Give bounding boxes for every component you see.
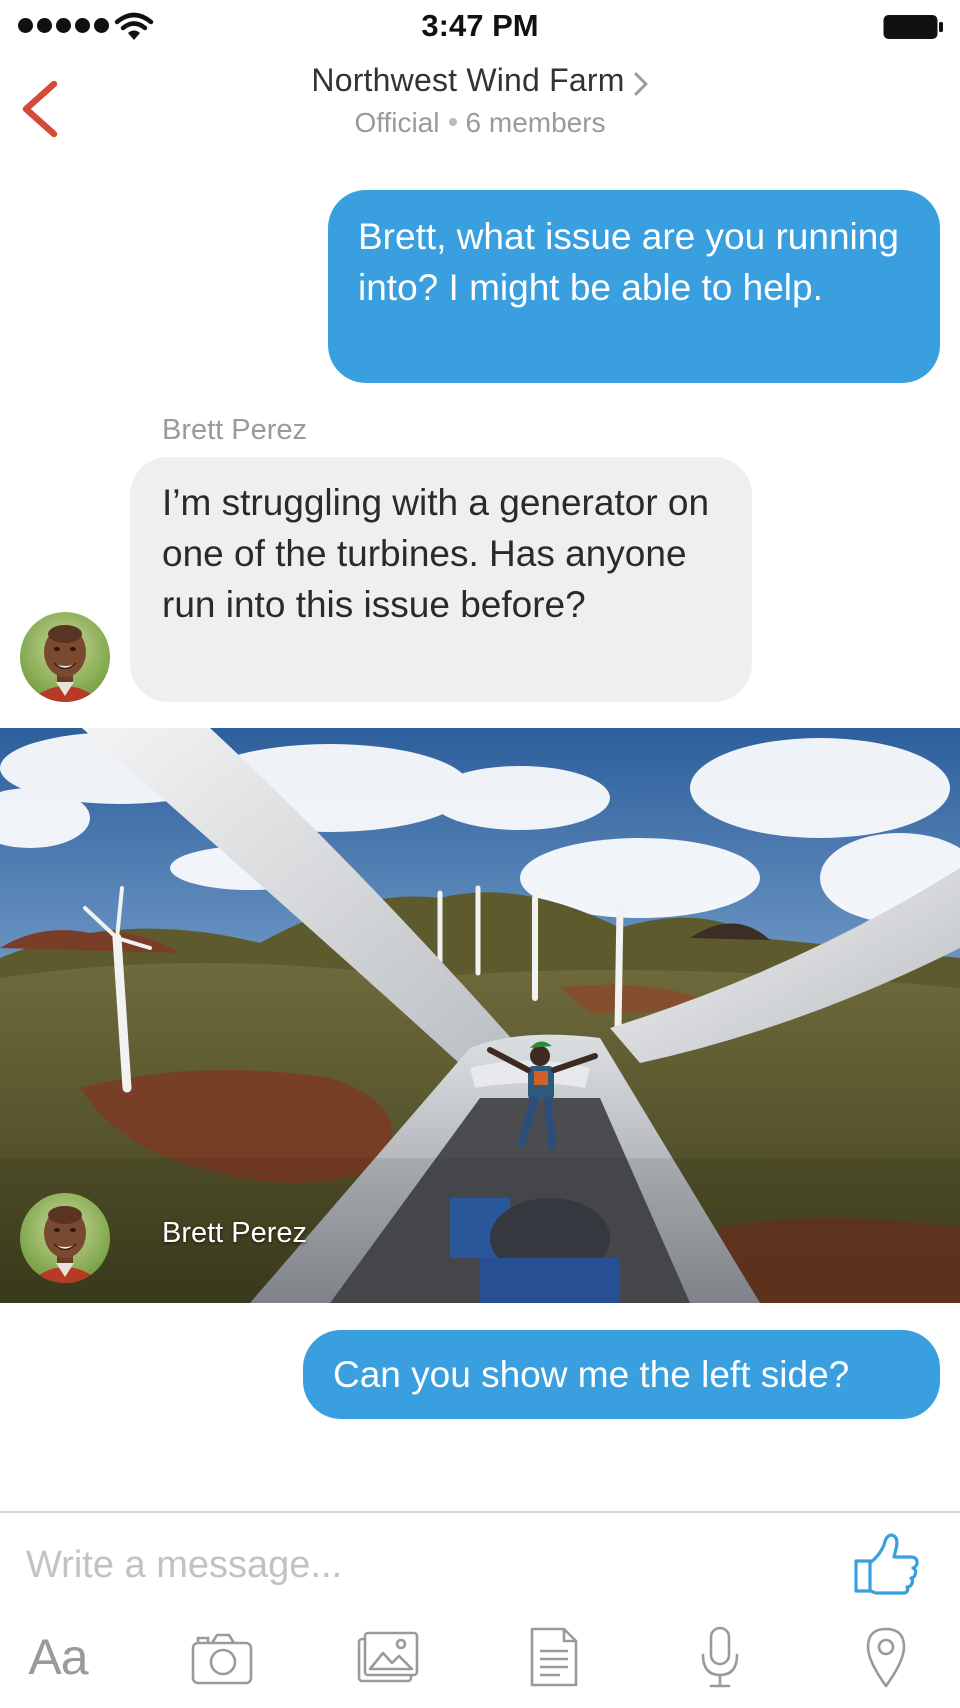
avatar[interactable] [20, 1193, 110, 1283]
separator-dot [448, 117, 457, 126]
location-pin-icon[interactable] [864, 1625, 908, 1689]
thumbs-up-icon[interactable] [852, 1531, 920, 1595]
sender-name: Brett Perez [162, 414, 308, 446]
outgoing-message[interactable]: Can you show me the left side? [303, 1330, 940, 1419]
photo-library-icon[interactable] [356, 1625, 420, 1689]
conversation-title[interactable]: Northwest Wind Farm [0, 62, 960, 100]
outgoing-message[interactable]: Brett, what issue are you running into? … [328, 190, 940, 383]
message-input[interactable] [26, 1535, 806, 1595]
conversation-subtitle: Official 6 members [0, 107, 960, 139]
conversation-type: Official [354, 107, 440, 138]
chat-screen: 3:47 PM Northwest Wind Farm Official 6 me… [0, 0, 960, 1708]
member-count: 6 members [465, 107, 606, 138]
shared-photo[interactable] [0, 728, 960, 1303]
microphone-icon[interactable] [698, 1625, 742, 1689]
status-bar: 3:47 PM [0, 0, 960, 52]
status-time: 3:47 PM [421, 8, 539, 43]
battery-full-icon [883, 15, 943, 39]
composer-divider [0, 1511, 960, 1513]
avatar[interactable] [20, 612, 110, 702]
document-icon[interactable] [528, 1625, 580, 1689]
camera-icon[interactable] [190, 1625, 254, 1689]
incoming-message[interactable]: I’m struggling with a generator on one o… [130, 457, 752, 702]
text-format-button[interactable]: Aa [22, 1625, 94, 1689]
page-title: Northwest Wind Farm [311, 62, 625, 98]
photo-sender-name: Brett Perez [162, 1217, 308, 1249]
chevron-right-icon [634, 72, 648, 96]
